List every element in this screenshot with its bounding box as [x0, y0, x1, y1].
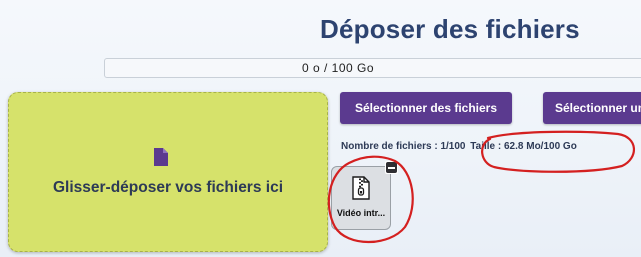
file-card[interactable]: Vidéo intr...: [331, 161, 398, 230]
annotation-circle-size: [481, 130, 635, 173]
zip-file-icon: [352, 176, 370, 200]
file-name: Vidéo intr...: [336, 208, 386, 218]
select-folder-button[interactable]: Sélectionner un: [543, 92, 641, 124]
select-files-button[interactable]: Sélectionner des fichiers: [340, 92, 512, 124]
page-title: Déposer des fichiers: [320, 14, 580, 44]
file-dropzone[interactable]: Glisser-déposer vos fichiers ici: [8, 92, 328, 252]
remove-file-button[interactable]: [385, 161, 398, 174]
file-size-text: Taille : 62.8 Mo/100 Go: [470, 141, 577, 152]
storage-quota-bar: 0 o / 100 Go: [104, 58, 641, 78]
file-icon: [154, 148, 168, 166]
dropzone-label: Glisser-déposer vos fichiers ici: [52, 179, 284, 196]
upload-stats: Nombre de fichiers : 1/100 Taille : 62.8…: [341, 141, 577, 152]
storage-quota-label: 0 o / 100 Go: [301, 61, 375, 75]
file-count-text: Nombre de fichiers : 1/100: [341, 141, 466, 152]
